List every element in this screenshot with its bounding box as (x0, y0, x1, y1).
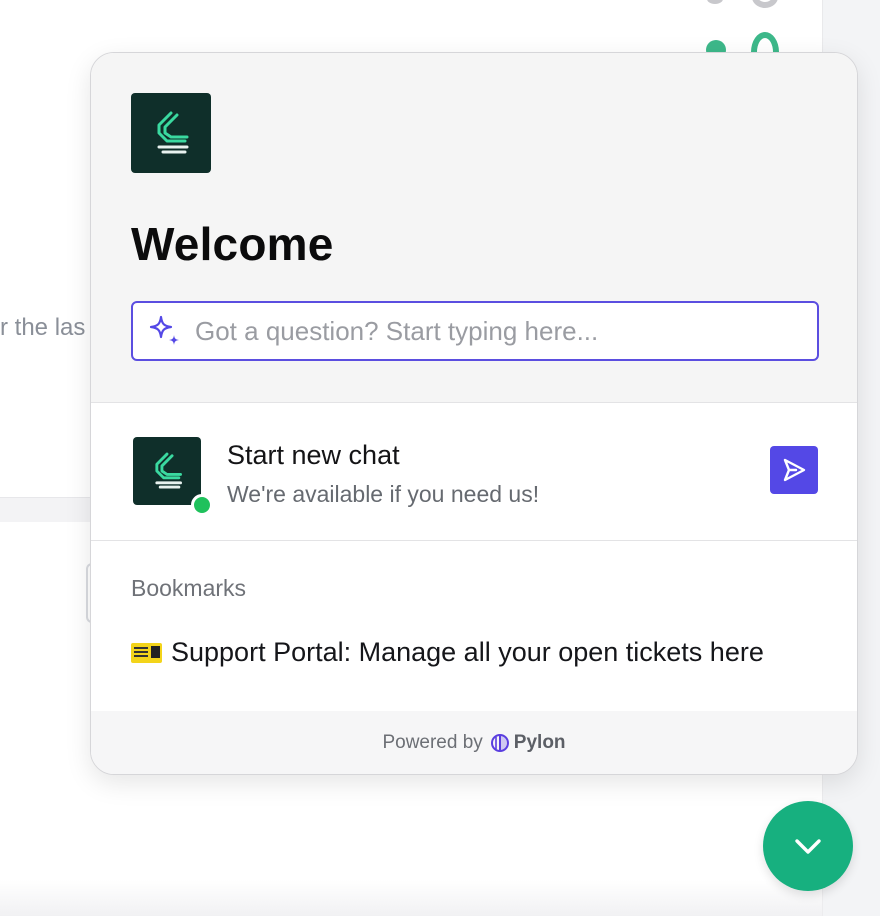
pylon-logo-icon (490, 733, 510, 753)
availability-subtitle: We're available if you need us! (227, 481, 540, 507)
brand-logo-icon (131, 93, 211, 173)
sparkle-icon (147, 313, 183, 349)
ticket-icon (131, 642, 162, 663)
chevron-down-icon (795, 839, 821, 854)
online-status-dot (191, 494, 213, 516)
chat-widget: Welcome Start new chat (90, 52, 858, 775)
bookmark-support-portal[interactable]: Support Portal: Manage all your open tic… (131, 637, 764, 668)
bookmark-label: Support Portal: Manage all your open tic… (171, 637, 764, 667)
powered-by-text: Powered by (382, 731, 483, 753)
send-button[interactable] (770, 446, 818, 494)
send-icon (783, 458, 806, 482)
start-new-chat-title: Start new chat (227, 440, 400, 470)
brand-logo-icon (155, 452, 182, 489)
pylon-brand-name: Pylon (513, 731, 566, 753)
search-input[interactable] (195, 315, 817, 347)
brand-logo-mark (157, 111, 189, 154)
start-new-chat-row[interactable]: Start new chat We're available if you ne… (91, 403, 857, 541)
search-field[interactable] (131, 301, 819, 361)
background-bottom-fade (0, 880, 822, 916)
powered-by-footer: Powered by Pylon (91, 711, 857, 774)
close-widget-button[interactable] (763, 801, 853, 891)
background-partial-text: r the las (0, 314, 86, 341)
team-avatar (133, 437, 201, 505)
bookmarks-heading: Bookmarks (131, 575, 247, 601)
bookmarks-section: Bookmarks Support Portal: Manage all you… (91, 541, 857, 713)
widget-header: Welcome (91, 53, 857, 403)
welcome-title: Welcome (131, 218, 334, 270)
